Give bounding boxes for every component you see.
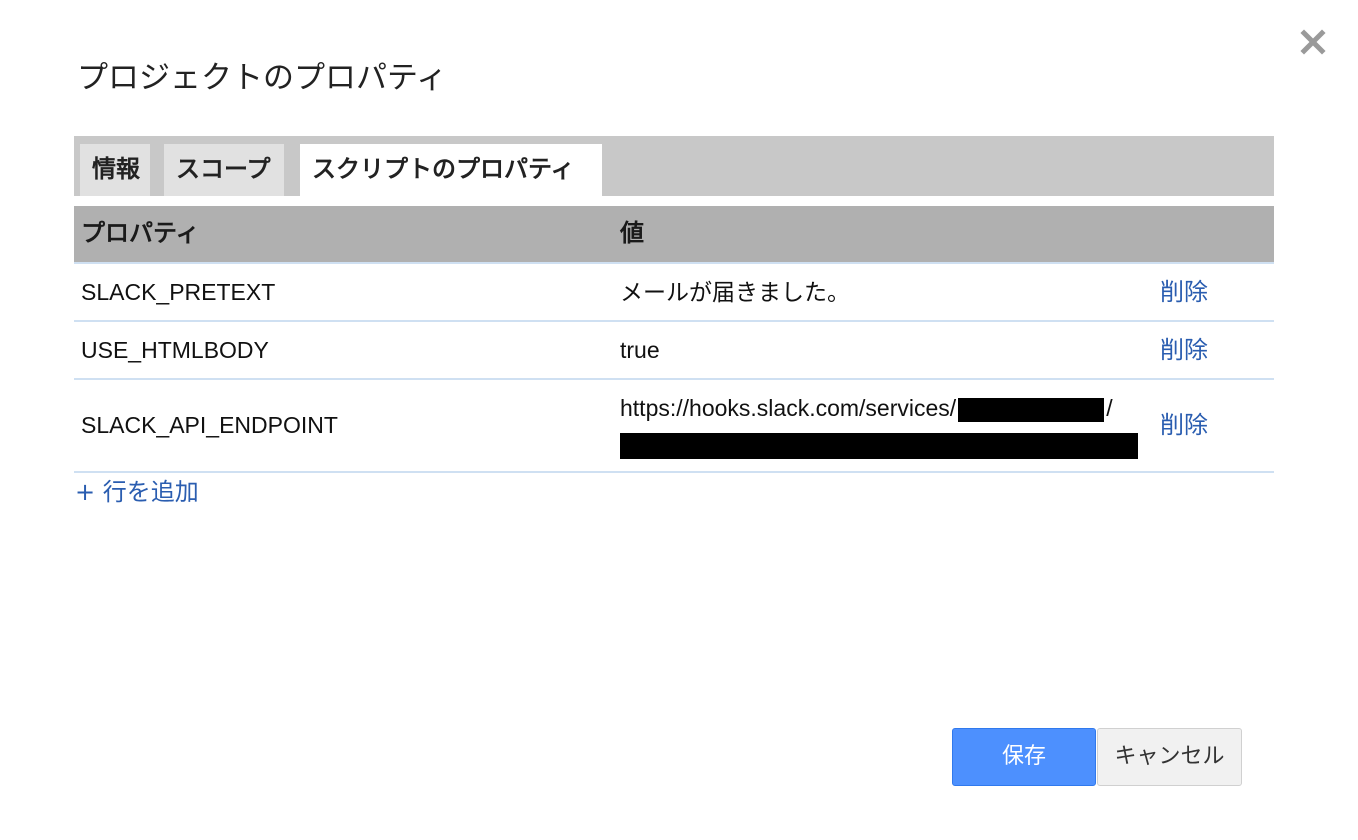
project-properties-dialog: プロジェクトのプロパティ 情報 スコープ スクリプトのプロパティ プロパティ 値… bbox=[0, 0, 1358, 840]
table-row: SLACK_PRETEXT メールが届きました。 削除 bbox=[74, 264, 1274, 322]
header-value: 値 bbox=[620, 219, 644, 247]
dialog-title: プロジェクトのプロパティ bbox=[77, 60, 448, 96]
tab-script-properties[interactable]: スクリプトのプロパティ bbox=[300, 144, 602, 196]
save-button[interactable]: 保存 bbox=[952, 728, 1096, 786]
tab-scope[interactable]: スコープ bbox=[164, 144, 284, 196]
table-header: プロパティ 値 bbox=[74, 206, 1274, 264]
property-value[interactable]: メールが届きました。 bbox=[620, 264, 850, 320]
delete-link[interactable]: 削除 bbox=[1160, 264, 1208, 320]
close-icon[interactable] bbox=[1297, 26, 1329, 58]
cancel-button[interactable]: キャンセル bbox=[1097, 728, 1242, 786]
endpoint-line-2 bbox=[620, 426, 1138, 462]
property-key[interactable]: USE_HTMLBODY bbox=[81, 322, 269, 378]
tab-bar: 情報 スコープ スクリプトのプロパティ bbox=[74, 136, 1274, 196]
add-row-link[interactable]: + 行を追加 bbox=[75, 474, 199, 510]
property-key[interactable]: SLACK_API_ENDPOINT bbox=[81, 380, 338, 471]
endpoint-url-prefix: https://hooks.slack.com/services/ bbox=[620, 395, 957, 421]
endpoint-line-1: https://hooks.slack.com/services/ / bbox=[620, 390, 1138, 426]
redacted-block bbox=[958, 397, 1105, 422]
property-value[interactable]: true bbox=[620, 322, 660, 378]
delete-link[interactable]: 削除 bbox=[1160, 322, 1208, 378]
property-value[interactable]: https://hooks.slack.com/services/ / bbox=[620, 390, 1138, 462]
tab-info[interactable]: 情報 bbox=[80, 144, 150, 196]
delete-link[interactable]: 削除 bbox=[1160, 380, 1208, 471]
table-row: USE_HTMLBODY true 削除 bbox=[74, 322, 1274, 380]
table-row: SLACK_API_ENDPOINT https://hooks.slack.c… bbox=[74, 380, 1274, 473]
redacted-block bbox=[620, 432, 1138, 459]
close-button[interactable] bbox=[1297, 26, 1329, 58]
header-property: プロパティ bbox=[81, 219, 200, 247]
endpoint-url-suffix: / bbox=[1106, 395, 1113, 421]
property-key[interactable]: SLACK_PRETEXT bbox=[81, 264, 275, 320]
